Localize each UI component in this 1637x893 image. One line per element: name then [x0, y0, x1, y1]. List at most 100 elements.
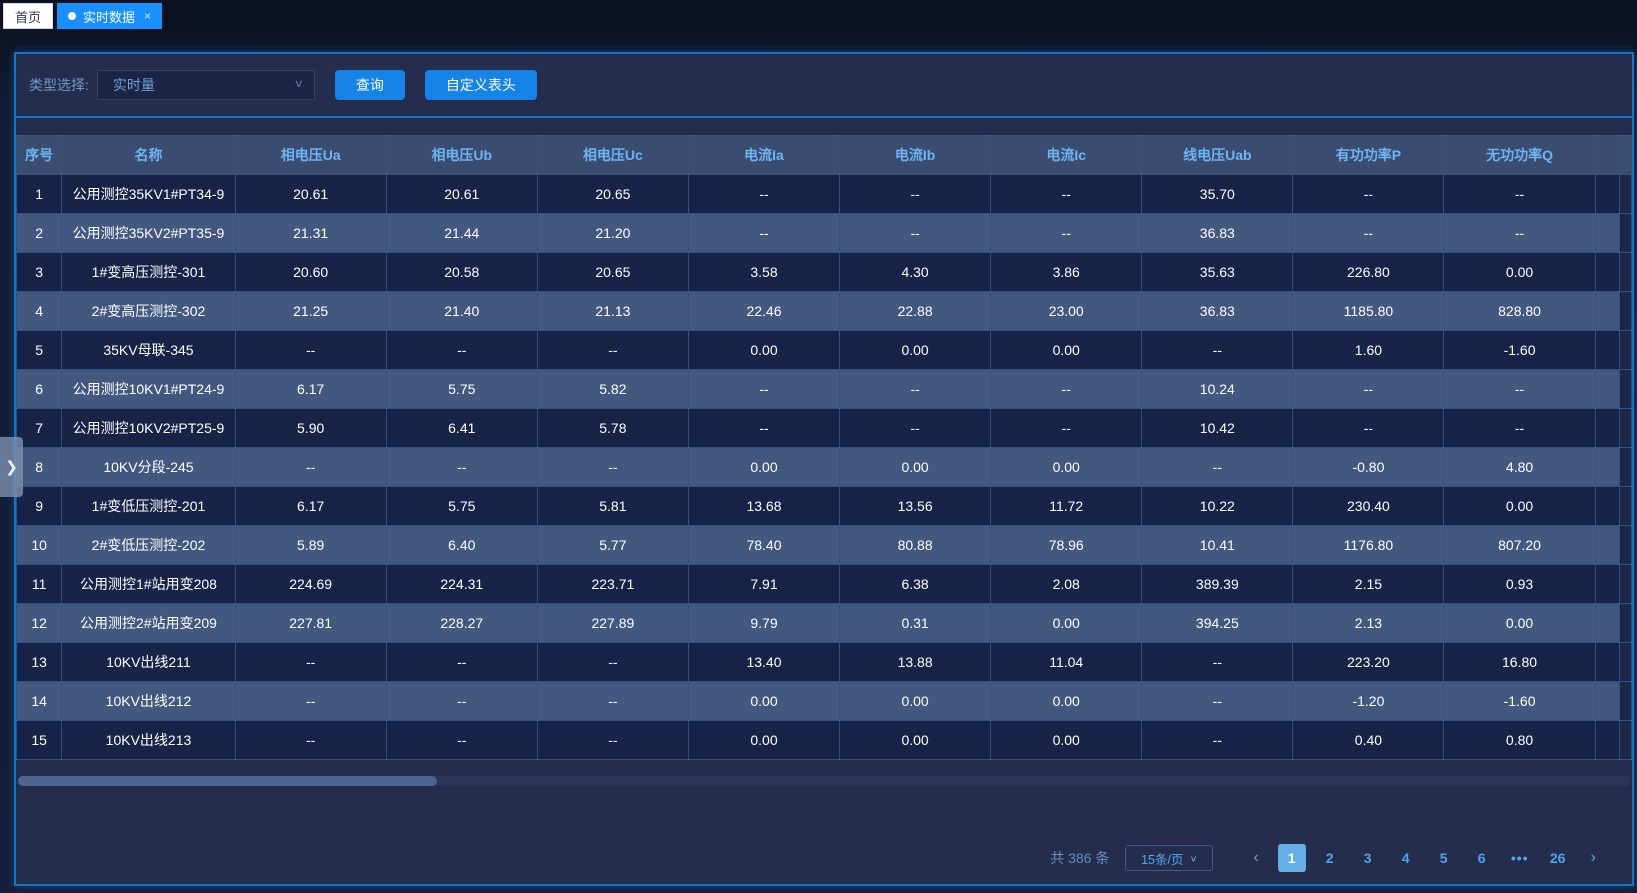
vertical-scrollbar-gutter [1619, 136, 1631, 175]
page-button-26[interactable]: 26 [1544, 844, 1572, 872]
prev-page-icon[interactable]: ‹ [1239, 849, 1272, 867]
table-cell: -- [991, 370, 1142, 409]
table-cell: -- [688, 370, 839, 409]
table-cell: 35.63 [1142, 253, 1293, 292]
type-select-dropdown[interactable]: 实时量 ∨ [97, 70, 315, 100]
table-cell: 78.96 [991, 526, 1142, 565]
page-button-1[interactable]: 1 [1278, 844, 1306, 872]
table-cell: -- [840, 175, 991, 214]
chevron-right-icon: ❯ [5, 458, 18, 476]
realtime-data-table: 序号名称相电压Ua相电压Ub相电压Uc电流Ia电流Ib电流Ic线电压Uab有功功… [16, 135, 1632, 760]
table-cell: -- [235, 331, 386, 370]
page-button-3[interactable]: 3 [1354, 844, 1382, 872]
table-row[interactable]: 6公用测控10KV1#PT24-96.175.755.82------10.24… [17, 370, 1632, 409]
table-row[interactable]: 1310KV出线211------13.4013.8811.04--223.20… [17, 643, 1632, 682]
table-cell: 11.04 [991, 643, 1142, 682]
table-cell: 5.75 [386, 487, 537, 526]
vertical-scrollbar-gutter [1619, 409, 1631, 448]
table-cell: -1.60 [1444, 682, 1595, 721]
table-row[interactable]: 2公用测控35KV2#PT35-921.3121.4421.20------36… [17, 214, 1632, 253]
table-row[interactable]: 12公用测控2#站用变209227.81228.27227.899.790.31… [17, 604, 1632, 643]
table-cell: 21.31 [235, 214, 386, 253]
query-button[interactable]: 查询 [335, 70, 405, 100]
table-cell: 0.00 [991, 682, 1142, 721]
table-cell: 14 [17, 682, 62, 721]
table-cell-partial [1595, 292, 1619, 331]
table-cell: 0.00 [840, 682, 991, 721]
table-cell: 23.00 [991, 292, 1142, 331]
table-cell: 80.88 [840, 526, 991, 565]
column-header: 序号 [17, 136, 62, 175]
page-button-5[interactable]: 5 [1430, 844, 1458, 872]
table-cell: 1#变高压测控-301 [62, 253, 235, 292]
table-cell: -- [1444, 370, 1595, 409]
page-button-2[interactable]: 2 [1316, 844, 1344, 872]
chevron-down-icon: ∨ [1190, 853, 1198, 863]
table-cell: 10KV出线212 [62, 682, 235, 721]
vertical-scrollbar-gutter [1619, 721, 1631, 760]
table-cell: 228.27 [386, 604, 537, 643]
table-cell: 12 [17, 604, 62, 643]
page-size-select[interactable]: 15条/页 ∨ [1125, 845, 1213, 871]
horizontal-scrollbar-thumb[interactable] [18, 776, 437, 786]
table-cell-partial [1595, 604, 1619, 643]
table-cell: 10.42 [1142, 409, 1293, 448]
page-button-4[interactable]: 4 [1392, 844, 1420, 872]
next-page-icon[interactable]: › [1577, 849, 1610, 867]
table-cell: 22.46 [688, 292, 839, 331]
page-button-6[interactable]: 6 [1468, 844, 1496, 872]
table-row[interactable]: 810KV分段-245------0.000.000.00---0.804.80 [17, 448, 1632, 487]
type-select-label: 类型选择: [29, 75, 89, 95]
table-row[interactable]: 42#变高压测控-30221.2521.4021.1322.4622.8823.… [17, 292, 1632, 331]
vertical-scrollbar-gutter [1619, 448, 1631, 487]
table-cell: -- [1293, 409, 1444, 448]
table-cell: -- [840, 409, 991, 448]
table-cell: 公用测控2#站用变209 [62, 604, 235, 643]
table-cell: 21.13 [537, 292, 688, 331]
pagination: 共 386 条 15条/页 ∨ ‹ 123456•••26 › [1050, 844, 1610, 872]
table-cell: -- [1444, 175, 1595, 214]
table-cell: 224.69 [235, 565, 386, 604]
table-cell: -- [386, 682, 537, 721]
table-cell: 0.00 [688, 331, 839, 370]
table-cell: 10.24 [1142, 370, 1293, 409]
column-header: 电流Ia [688, 136, 839, 175]
tab-realtime-data[interactable]: 实时数据 × [57, 3, 162, 29]
table-row[interactable]: 1公用测控35KV1#PT34-920.6120.6120.65------35… [17, 175, 1632, 214]
table-cell-partial [1595, 214, 1619, 253]
table-row[interactable]: 7公用测控10KV2#PT25-95.906.415.78------10.42… [17, 409, 1632, 448]
page-ellipsis[interactable]: ••• [1506, 844, 1534, 872]
table-cell: 21.25 [235, 292, 386, 331]
close-icon[interactable]: × [144, 10, 151, 22]
custom-header-button[interactable]: 自定义表头 [425, 70, 537, 100]
column-header: 线电压Uab [1142, 136, 1293, 175]
table-cell: 223.71 [537, 565, 688, 604]
table-cell: -- [1142, 331, 1293, 370]
table-cell: 1185.80 [1293, 292, 1444, 331]
table-cell: -- [1142, 643, 1293, 682]
table-row[interactable]: 11公用测控1#站用变208224.69224.31223.717.916.38… [17, 565, 1632, 604]
table-row[interactable]: 1410KV出线212------0.000.000.00---1.20-1.6… [17, 682, 1632, 721]
vertical-scrollbar-gutter [1619, 526, 1631, 565]
table-row[interactable]: 1510KV出线213------0.000.000.00--0.400.80 [17, 721, 1632, 760]
table-cell: 2#变高压测控-302 [62, 292, 235, 331]
table-cell: 7 [17, 409, 62, 448]
table-cell: -- [386, 721, 537, 760]
table-cell: 10 [17, 526, 62, 565]
table-row[interactable]: 91#变低压测控-2016.175.755.8113.6813.5611.721… [17, 487, 1632, 526]
table-cell: 3 [17, 253, 62, 292]
table-row[interactable]: 102#变低压测控-2025.896.405.7778.4080.8878.96… [17, 526, 1632, 565]
table-cell: 0.80 [1444, 721, 1595, 760]
table-cell: 35KV母联-345 [62, 331, 235, 370]
tab-home[interactable]: 首页 [3, 3, 53, 29]
table-row[interactable]: 31#变高压测控-30120.6020.5820.653.584.303.863… [17, 253, 1632, 292]
table-cell: 2.13 [1293, 604, 1444, 643]
page-buttons: 123456 ••• 26 [1273, 844, 1577, 872]
vertical-scrollbar-gutter [1619, 565, 1631, 604]
filter-toolbar: 类型选择: 实时量 ∨ 查询 自定义表头 [16, 54, 1632, 118]
table-row[interactable]: 535KV母联-345------0.000.000.00--1.60-1.60 [17, 331, 1632, 370]
table-cell: -- [991, 409, 1142, 448]
sidebar-expand-handle[interactable]: ❯ [0, 437, 23, 497]
horizontal-scrollbar-track [18, 776, 1630, 786]
table-cell: 16.80 [1444, 643, 1595, 682]
